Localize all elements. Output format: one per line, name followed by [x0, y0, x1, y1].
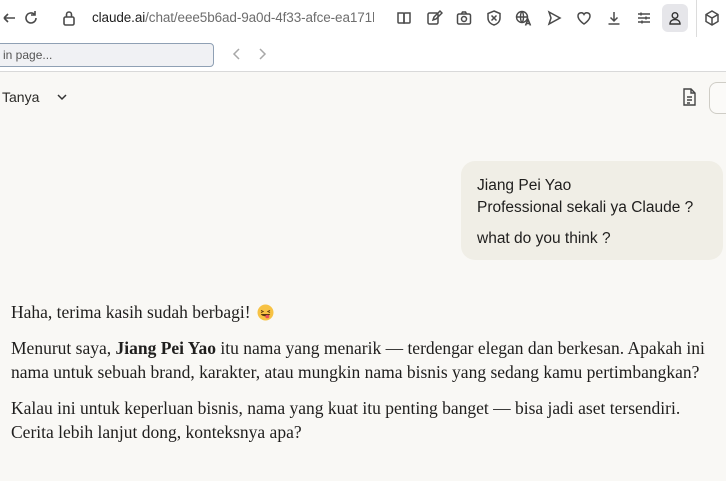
extension-icon[interactable] [703, 9, 721, 27]
send-icon[interactable] [545, 9, 563, 27]
find-bar [0, 37, 726, 72]
download-icon[interactable] [605, 9, 623, 27]
heart-icon[interactable] [575, 9, 593, 27]
document-icon[interactable] [680, 87, 698, 107]
back-arrow-icon[interactable] [0, 9, 18, 27]
find-previous-icon[interactable] [230, 47, 244, 61]
assistant-message: Haha, terima kasih sudah berbagi! Menuru… [11, 300, 711, 456]
screenshot-icon[interactable] [455, 9, 473, 27]
user-message-line: Professional sekali ya Claude ? [477, 199, 694, 216]
profile-icon [669, 12, 681, 25]
user-message-line: what do you think ? [477, 230, 611, 247]
url-host: claude.ai [92, 10, 146, 25]
chevron-down-icon[interactable] [55, 90, 69, 104]
grinning-tongue-emoji-icon [257, 304, 274, 321]
toolbar-divider [696, 0, 697, 37]
site-info-icon[interactable] [60, 9, 78, 27]
assistant-text: Haha, terima kasih sudah berbagi! [11, 302, 251, 322]
find-next-icon[interactable] [255, 47, 269, 61]
panel-toggle-button[interactable] [709, 82, 726, 114]
url-path: /chat/eee5b6ad-9a0d-4f33-afce-ea171b [145, 10, 374, 25]
assistant-paragraph: Kalau ini untuk keperluan bisnis, nama y… [11, 396, 711, 444]
translate-icon[interactable] [515, 9, 533, 27]
browser-toolbar: claude.ai/chat/eee5b6ad-9a0d-4f33-afce-e… [0, 0, 726, 37]
assistant-text: Menurut saya, [11, 338, 116, 358]
assistant-paragraph: Haha, terima kasih sudah berbagi! [11, 300, 711, 324]
project-name[interactable]: Tanya [2, 89, 39, 105]
user-message: Jiang Pei Yao Professional sekali ya Cla… [461, 161, 723, 260]
user-message-line: Jiang Pei Yao [477, 177, 572, 194]
shield-icon[interactable] [485, 9, 503, 27]
chat-header: Tanya [0, 72, 726, 120]
find-in-page-input[interactable] [0, 43, 214, 67]
reader-view-icon[interactable] [395, 9, 413, 27]
assistant-paragraph: Menurut saya, Jiang Pei Yao itu nama yan… [11, 336, 711, 384]
profile-button[interactable] [662, 4, 688, 32]
highlighted-name: Jiang Pei Yao [115, 338, 216, 358]
menu-icon[interactable] [635, 9, 653, 27]
assistant-text: Kalau ini untuk keperluan bisnis, nama y… [11, 398, 681, 442]
address-bar[interactable]: claude.ai/chat/eee5b6ad-9a0d-4f33-afce-e… [92, 10, 374, 25]
edit-icon[interactable] [425, 9, 443, 27]
reload-icon[interactable] [22, 9, 40, 27]
